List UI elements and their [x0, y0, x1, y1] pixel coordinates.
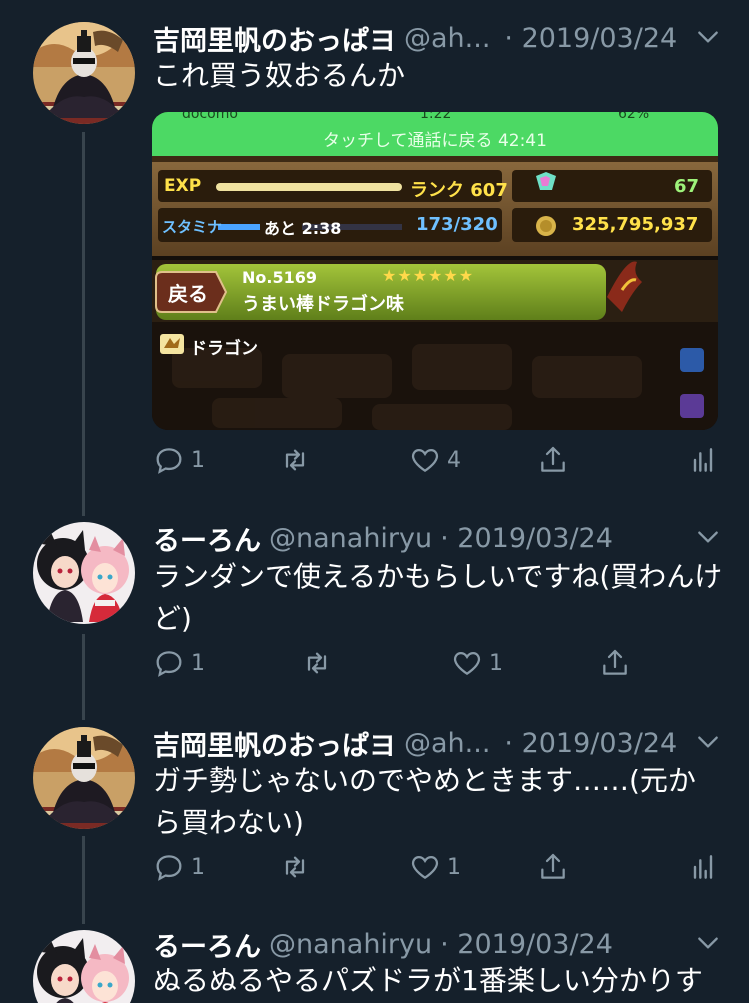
user-handle[interactable]: @nanahiryu	[269, 523, 432, 554]
reply-count: 1	[191, 854, 205, 880]
avatar-anime-girls-image	[33, 930, 135, 1003]
stones-count: 67	[674, 176, 700, 197]
status-battery: 62%	[618, 112, 650, 122]
tweet-text: ぬるぬるやるパズドラが1番楽しい分かりす	[153, 964, 703, 997]
reply-icon	[156, 651, 182, 677]
user-handle[interactable]: @ah...	[404, 23, 490, 54]
retweet-icon	[285, 856, 305, 878]
heart-icon	[453, 651, 481, 675]
heart-icon	[411, 855, 439, 879]
display-name[interactable]: るーろん	[153, 519, 261, 558]
monster-type: ドラゴン	[190, 339, 258, 359]
stamina-label: スタミナ	[162, 218, 223, 236]
status-carrier: docomo	[182, 112, 238, 122]
avatar-samurai-image	[33, 22, 135, 124]
avatar[interactable]	[33, 22, 135, 124]
analytics-button[interactable]	[687, 444, 719, 476]
back-button-label[interactable]: 戻る	[168, 278, 208, 307]
share-icon	[541, 446, 565, 472]
monster-number: No.5169	[242, 268, 317, 287]
analytics-icon	[693, 855, 713, 879]
avatar-samurai-image	[33, 727, 135, 829]
avatar-anime-girls-image	[33, 522, 135, 624]
reply-count: 1	[191, 650, 205, 676]
chevron-down-icon[interactable]	[695, 729, 721, 755]
tweet[interactable]: 吉岡里帆のおっぱヨ @ah... · 2019/03/24 これ買う奴おるんか	[0, 0, 749, 500]
chevron-down-icon[interactable]	[695, 930, 721, 956]
user-handle[interactable]: @ah...	[404, 728, 490, 759]
retweet-icon	[285, 449, 305, 471]
chevron-down-icon[interactable]	[695, 24, 721, 50]
display-name[interactable]: るーろん	[153, 925, 261, 964]
tweet-text: これ買う奴おるんか	[153, 59, 406, 92]
analytics-button[interactable]	[687, 851, 719, 883]
stamina-timer: あと 2:38	[264, 219, 342, 238]
reply-icon	[156, 448, 182, 474]
reply-button[interactable]: 1	[153, 851, 205, 883]
call-banner-text[interactable]: タッチして通話に戻る 42:41	[152, 126, 718, 151]
reply-button[interactable]: 1	[153, 444, 205, 476]
chevron-down-icon[interactable]	[695, 524, 721, 550]
share-button[interactable]	[537, 444, 569, 476]
avatar[interactable]	[33, 930, 135, 1003]
retweet-button[interactable]	[279, 444, 317, 476]
retweet-button[interactable]	[301, 647, 339, 679]
share-button[interactable]	[537, 851, 569, 883]
stamina-value: 173/320	[416, 214, 498, 235]
monster-name: うまい棒ドラゴン味	[242, 294, 404, 315]
reply-button[interactable]: 1	[153, 647, 205, 679]
tweet-date[interactable]: · 2019/03/24	[440, 929, 613, 960]
tweet-date[interactable]: · 2019/03/24	[440, 523, 613, 554]
retweet-button[interactable]	[279, 851, 317, 883]
user-handle[interactable]: @nanahiryu	[269, 929, 432, 960]
analytics-icon	[693, 448, 713, 472]
like-count: 1	[489, 650, 503, 676]
like-button[interactable]: 4	[409, 444, 461, 476]
tweet[interactable]: るーろん @nanahiryu · 2019/03/24 ランダンで使えるかもら…	[0, 500, 749, 705]
tweet-text: ガチ勢じゃないのでやめときます……(元から買わない)	[153, 764, 696, 839]
display-name[interactable]: 吉岡里帆のおっぱヨ	[153, 724, 396, 763]
monster-stars: ★★★★★★	[382, 266, 475, 285]
tweet-date[interactable]: · 2019/03/24	[504, 728, 677, 759]
like-count: 4	[447, 447, 461, 473]
heart-icon	[411, 448, 439, 472]
tweet-text: ランダンで使えるかもらしいですね(買わんけど)	[153, 560, 723, 635]
like-button[interactable]: 1	[409, 851, 461, 883]
share-button[interactable]	[599, 647, 631, 679]
coins-value: 325,795,937	[572, 214, 699, 235]
display-name[interactable]: 吉岡里帆のおっぱヨ	[153, 19, 396, 58]
tweet[interactable]: 吉岡里帆のおっぱヨ @ah... · 2019/03/24 ガチ勢じゃないのでや…	[0, 705, 749, 910]
retweet-icon	[307, 652, 327, 674]
like-button[interactable]: 1	[451, 647, 503, 679]
reply-count: 1	[191, 447, 205, 473]
rank-label: ランク 607	[410, 180, 508, 201]
avatar[interactable]	[33, 522, 135, 624]
tweet-date[interactable]: · 2019/03/24	[504, 23, 677, 54]
tweet[interactable]: るーろん @nanahiryu · 2019/03/24 ぬるぬるやるパズドラが…	[0, 910, 749, 1003]
status-time: 1:22	[420, 112, 452, 122]
like-count: 1	[447, 854, 461, 880]
exp-label: EXP	[164, 176, 202, 196]
reply-icon	[156, 855, 182, 881]
share-icon	[603, 649, 627, 675]
share-icon	[541, 853, 565, 879]
tweet-media-image[interactable]: docomo 1:22 62% タッチして通話に戻る 42:41 EXP ランク…	[152, 112, 718, 430]
avatar[interactable]	[33, 727, 135, 829]
